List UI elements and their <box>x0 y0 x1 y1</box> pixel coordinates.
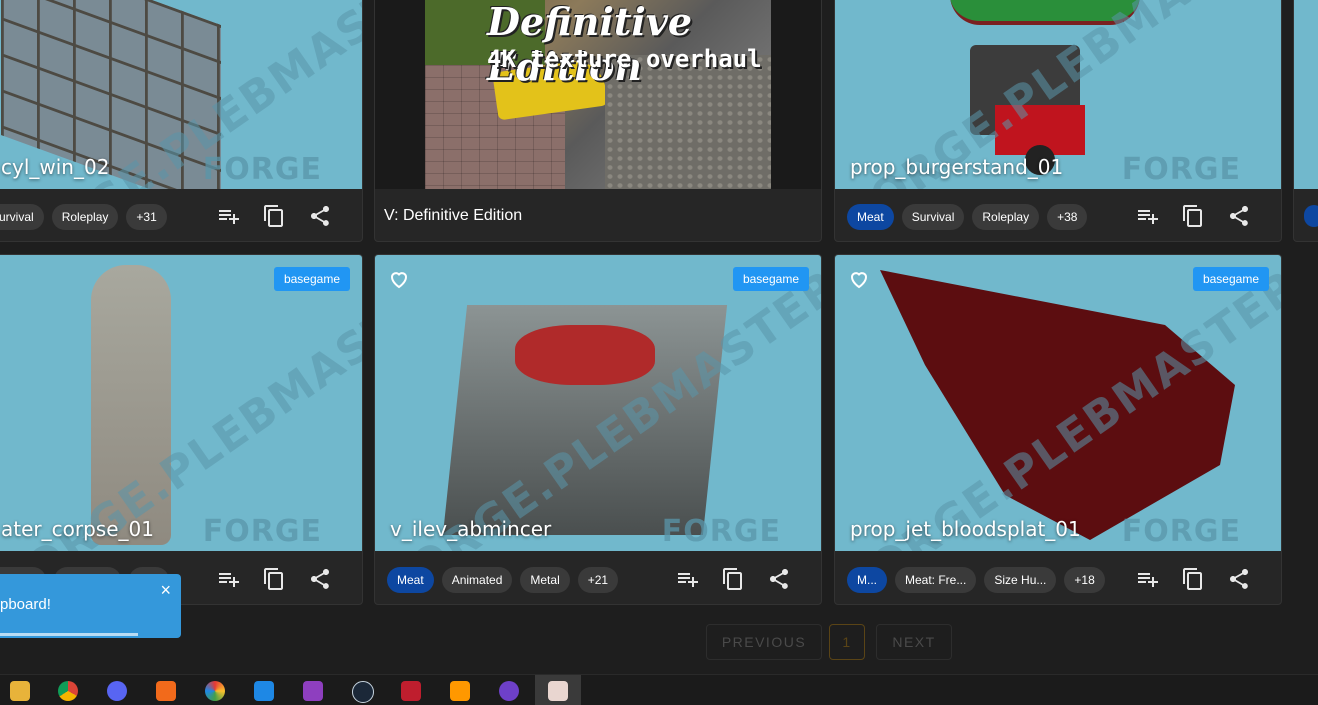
next-button[interactable]: NEXT <box>876 624 952 660</box>
asset-thumbnail[interactable]: FORGE.PLEBMASTERS.DE basegame FORGE v_il… <box>375 255 821 551</box>
discord-icon[interactable] <box>107 681 127 701</box>
basegame-badge: basegame <box>1192 267 1269 291</box>
tag-chip[interactable]: Size Hu... <box>984 567 1057 593</box>
asset-title: ater_corpse_01 <box>1 517 154 541</box>
tag-chip[interactable]: Roleplay <box>51 204 119 230</box>
share-icon[interactable] <box>308 567 332 591</box>
favorite-heart-icon[interactable] <box>387 267 411 291</box>
asset-card[interactable]: FORGE.PLEBMASTERS.DE basegame FORGE v_il… <box>374 254 822 605</box>
basegame-badge: basegame <box>732 267 809 291</box>
tag-chip[interactable]: Meat <box>387 567 434 593</box>
copy-icon[interactable] <box>262 204 286 228</box>
asset-thumbnail[interactable]: Definitive Edition 4K texture overhaul <box>375 0 821 189</box>
asset-card[interactable]: FORGE.PLEBMASTERS.DE FORGE prop_burgerst… <box>834 0 1282 242</box>
tag-chip[interactable]: +38 <box>1047 204 1088 230</box>
tag-chip[interactable] <box>1304 205 1318 227</box>
share-icon[interactable] <box>1227 204 1251 228</box>
filezilla-icon[interactable] <box>401 681 421 701</box>
copy-icon[interactable] <box>721 567 745 591</box>
add-to-playlist-icon[interactable] <box>216 204 240 228</box>
share-icon[interactable] <box>308 204 332 228</box>
asset-thumbnail[interactable]: FORGE.PLEBMASTERS.DE basegame FORGE prop… <box>835 255 1281 551</box>
tag-chip[interactable]: Survival <box>901 204 965 230</box>
tag-chip[interactable]: Survival <box>0 204 44 230</box>
card-footer: M... Meat: Fre... Size Hu... +18 <box>835 554 1281 604</box>
file-explorer-icon[interactable] <box>10 681 30 701</box>
share-icon[interactable] <box>1227 567 1251 591</box>
github-icon[interactable] <box>499 681 519 701</box>
previous-button[interactable]: PREVIOUS <box>706 624 822 660</box>
card-footer: Meat Survival Roleplay +38 <box>835 191 1281 241</box>
asset-card[interactable]: FORGE.PLEBMASTERS.DE basegame FORGE prop… <box>834 254 1282 605</box>
add-to-playlist-icon[interactable] <box>1135 567 1159 591</box>
tag-chip[interactable]: +21 <box>577 567 619 593</box>
asset-thumbnail[interactable]: FORGE.PLEBMASTERS.DE basegame FORGE ater… <box>0 255 362 551</box>
toast-progress-bar <box>0 633 138 636</box>
app-orange-icon[interactable] <box>156 681 176 701</box>
copy-icon[interactable] <box>262 567 286 591</box>
tag-chip[interactable]: +31 <box>126 204 167 230</box>
asset-title: prop_burgerstand_01 <box>850 155 1064 179</box>
copy-icon[interactable] <box>1181 567 1205 591</box>
copied-toast: pboard! × <box>0 574 181 638</box>
forge-logo: FORGE <box>202 514 322 549</box>
asset-card[interactable]: FORGE.PLEBMASTERS.DE basegame FORGE ater… <box>0 254 363 605</box>
app-tree-icon <box>548 681 568 701</box>
share-icon[interactable] <box>767 567 791 591</box>
asset-caption: V: Definitive Edition <box>384 207 523 224</box>
sublime-icon[interactable] <box>450 681 470 701</box>
add-to-playlist-icon[interactable] <box>216 567 240 591</box>
asset-title: v_ilev_abmincer <box>390 517 552 541</box>
active-app-tile[interactable] <box>535 675 581 705</box>
toast-close-button[interactable]: × <box>160 580 171 601</box>
copy-icon[interactable] <box>1181 204 1205 228</box>
forge-logo: FORGE <box>1121 152 1241 187</box>
tag-chip[interactable]: Meat <box>847 204 894 230</box>
asset-card[interactable]: FORGE.PLEBMASTERS.DE FORGE cyl_win_02 Su… <box>0 0 363 242</box>
photos-icon[interactable] <box>205 681 225 701</box>
forge-logo: FORGE <box>661 514 781 549</box>
tag-chip[interactable]: Metal <box>520 567 570 593</box>
taskbar <box>0 674 1318 705</box>
favorite-heart-icon[interactable] <box>847 267 871 291</box>
tag-chip[interactable]: Animated <box>441 567 513 593</box>
page-1-button[interactable]: 1 <box>829 624 865 660</box>
tag-chip[interactable]: +18 <box>1064 567 1105 593</box>
asset-card-partial[interactable] <box>1293 0 1318 242</box>
card-footer: V: Definitive Edition <box>375 191 821 241</box>
asset-title: prop_jet_bloodsplat_01 <box>850 517 1081 541</box>
chrome-icon[interactable] <box>58 681 78 701</box>
watermark: FORGE.PLEBMASTERS.DE <box>0 255 362 551</box>
tag-chip[interactable]: Meat: Fre... <box>895 567 977 593</box>
forge-logo: FORGE <box>1121 514 1241 549</box>
asset-thumbnail[interactable]: FORGE.PLEBMASTERS.DE FORGE cyl_win_02 <box>0 0 362 189</box>
tag-chip[interactable]: M... <box>847 567 887 593</box>
asset-thumbnail[interactable]: FORGE.PLEBMASTERS.DE FORGE prop_burgerst… <box>835 0 1281 189</box>
asset-card[interactable]: Definitive Edition 4K texture overhaul V… <box>374 0 822 242</box>
bloodsplat-model <box>880 270 1235 540</box>
cover-subheading: 4K texture overhaul <box>487 45 762 73</box>
add-to-playlist-icon[interactable] <box>1135 204 1159 228</box>
app-purple-icon[interactable] <box>303 681 323 701</box>
toast-message: pboard! <box>0 596 51 613</box>
card-footer: Meat Animated Metal +21 <box>375 554 821 604</box>
tag-chip[interactable]: Roleplay <box>972 204 1040 230</box>
vscode-icon[interactable] <box>254 681 274 701</box>
card-footer: Survival Roleplay +31 <box>0 191 362 241</box>
forge-logo: FORGE <box>202 152 322 187</box>
asset-title: cyl_win_02 <box>1 155 110 179</box>
asset-thumbnail[interactable] <box>1294 0 1318 189</box>
basegame-badge: basegame <box>273 267 350 291</box>
add-to-playlist-icon[interactable] <box>675 567 699 591</box>
steam-icon[interactable] <box>352 681 374 703</box>
